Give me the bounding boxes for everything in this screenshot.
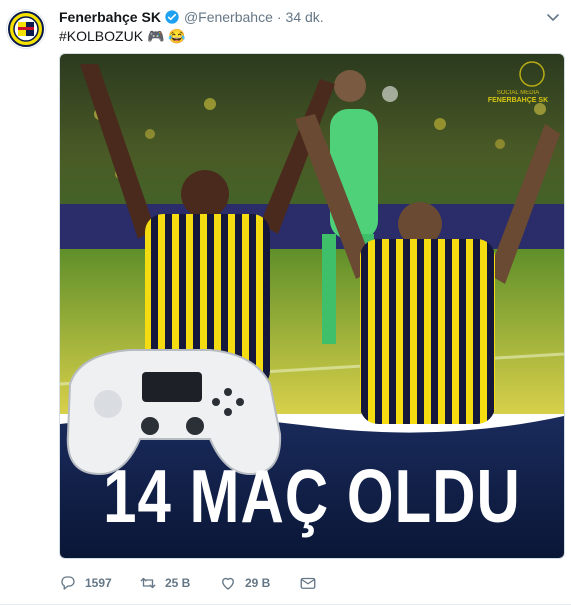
media-headline: 14 MAÇ OLDU: [103, 454, 521, 539]
tweet-media-image[interactable]: SOCIAL MEDIA FENERBAHÇE SK 14 MAÇ OLDU: [59, 53, 565, 559]
emojis: 🎮 😂: [147, 28, 186, 44]
direct-message-button[interactable]: [299, 574, 379, 592]
reply-icon: [61, 576, 75, 590]
chevron-down-icon[interactable]: [545, 9, 561, 25]
author-name[interactable]: Fenerbahçe SK: [59, 9, 161, 25]
timestamp[interactable]: 34 dk.: [286, 9, 324, 25]
watermark-line2: FENERBAHÇE SK: [487, 97, 549, 104]
tweet-actions: 1597 25 B 29 B: [59, 572, 561, 594]
verified-badge-icon: [165, 10, 179, 24]
retweet-button[interactable]: 25 B: [139, 574, 219, 592]
like-button[interactable]: 29 B: [219, 574, 299, 592]
watermark-line1: SOCIAL MEDIA: [496, 90, 540, 96]
retweet-icon: [140, 577, 156, 589]
tweet-text: #KOLBOZUK 🎮 😂: [59, 28, 186, 45]
heart-icon: [222, 577, 234, 590]
avatar[interactable]: [6, 9, 46, 49]
tweet-header: Fenerbahçe SK @Fenerbahce · 34 dk.: [59, 8, 561, 26]
separator: ·: [276, 9, 282, 25]
hashtag-link[interactable]: #KOLBOZUK: [59, 28, 143, 44]
author-handle[interactable]: @Fenerbahce: [184, 9, 273, 25]
envelope-icon: [300, 577, 316, 589]
like-count: 29 B: [245, 576, 271, 590]
fenerbahce-logo: [8, 11, 44, 47]
reply-button[interactable]: 1597: [59, 574, 139, 592]
reply-count: 1597: [85, 576, 112, 590]
retweet-count: 25 B: [165, 576, 191, 590]
tweet[interactable]: Fenerbahçe SK @Fenerbahce · 34 dk. #KOLB…: [0, 0, 571, 605]
